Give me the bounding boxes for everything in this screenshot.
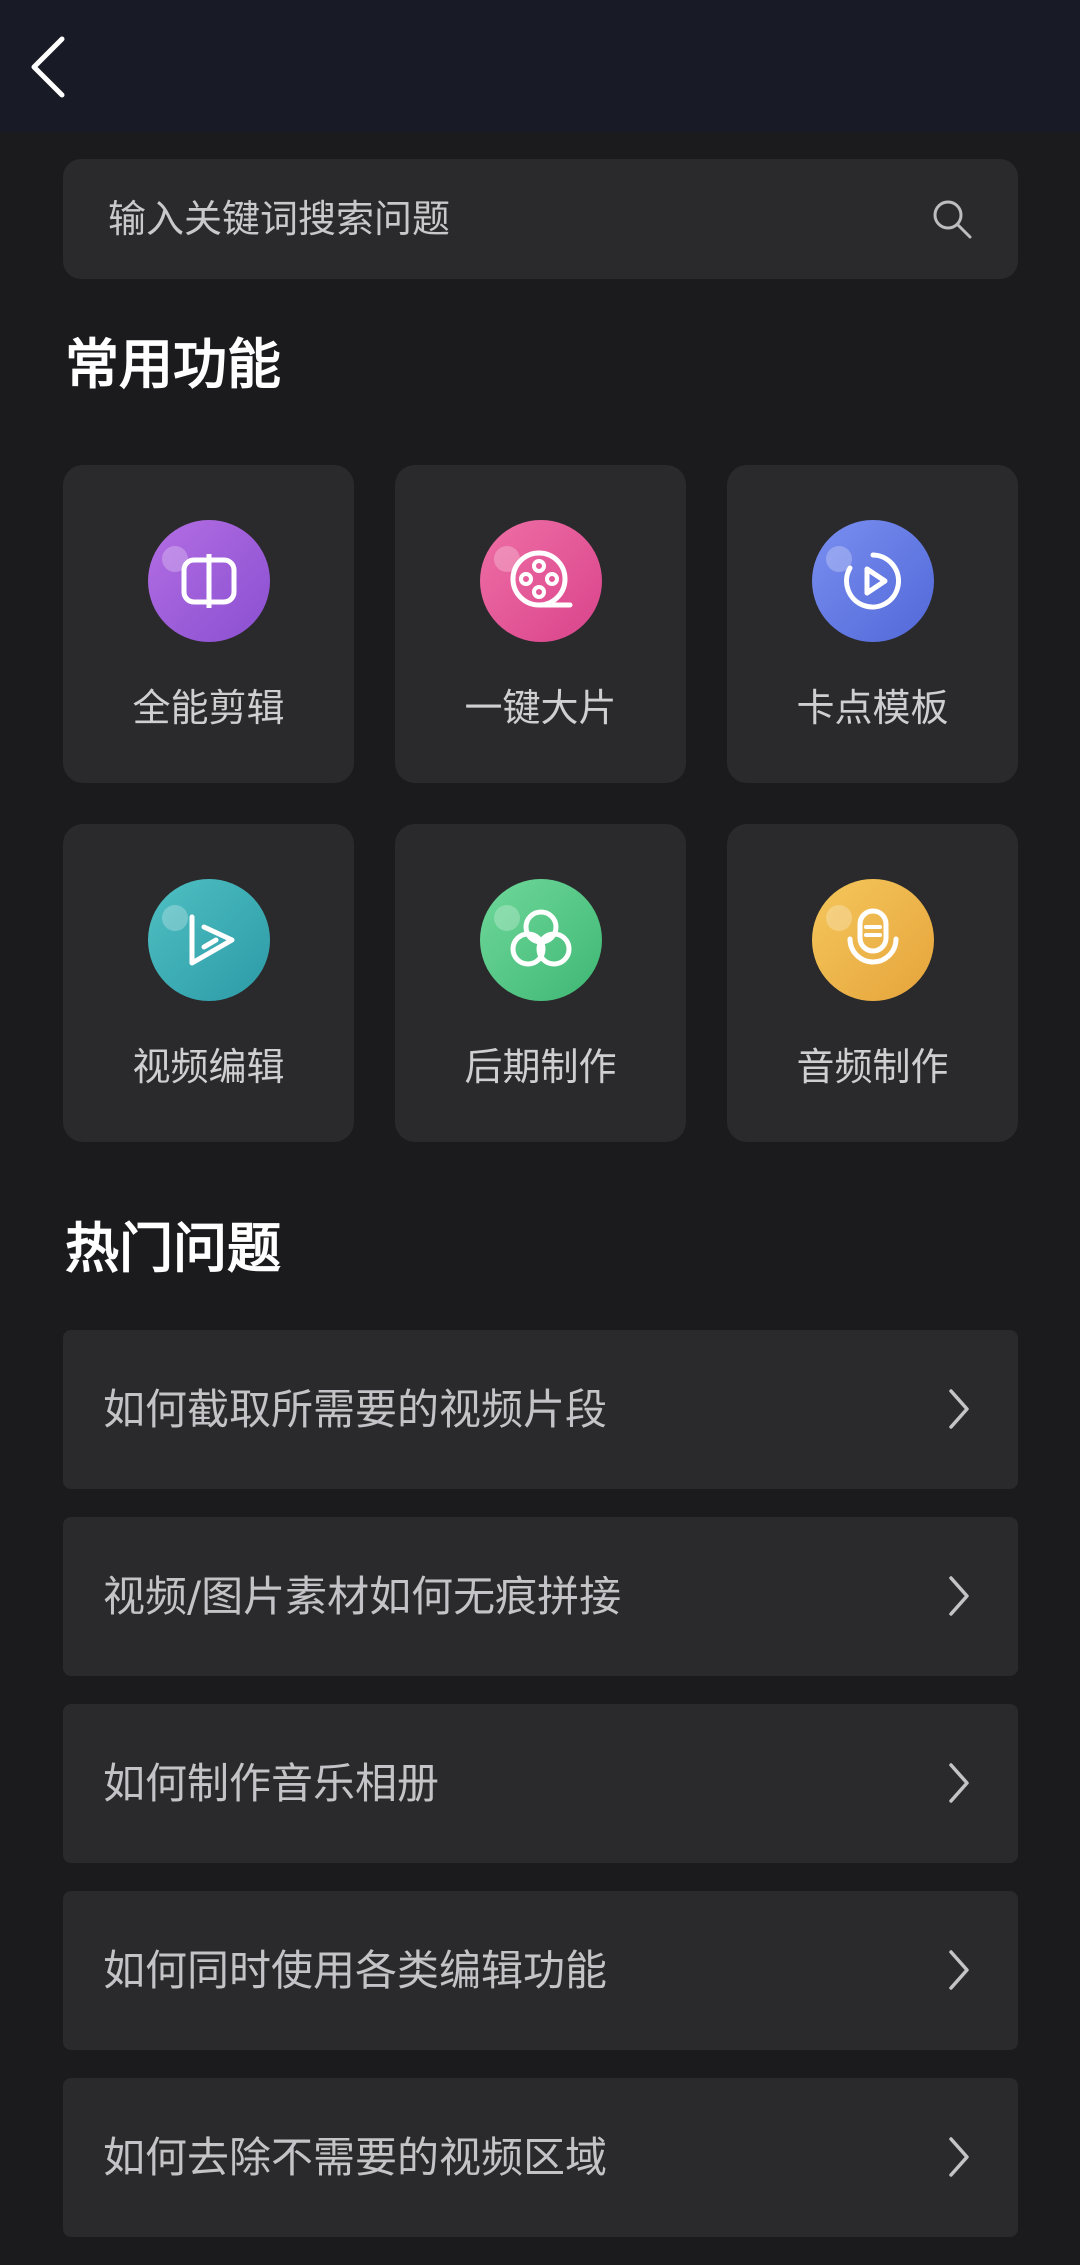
section-title-hot: 热门问题 <box>65 1217 281 1280</box>
feature-card-beat-template[interactable]: 卡点模板 <box>727 465 1018 783</box>
chevron-right-icon <box>949 1389 969 1429</box>
feature-label: 全能剪辑 <box>132 686 285 730</box>
search-placeholder: 输入关键词搜索问题 <box>108 197 451 241</box>
section-title-common: 常用功能 <box>65 333 281 396</box>
question-text: 视频/图片素材如何无痕拼接 <box>103 1572 622 1621</box>
back-button[interactable] <box>18 32 78 102</box>
search-input[interactable]: 输入关键词搜索问题 <box>63 159 1018 279</box>
feature-card-audio-production[interactable]: 音频制作 <box>727 824 1018 1142</box>
film-reel-icon <box>480 520 602 642</box>
three-circles-icon <box>480 879 602 1001</box>
chevron-right-icon <box>949 2137 969 2177</box>
question-item[interactable]: 如何制作音乐相册 <box>63 1704 1018 1863</box>
chevron-right-icon <box>949 1576 969 1616</box>
play-triangle-icon <box>148 879 270 1001</box>
question-item[interactable]: 如何同时使用各类编辑功能 <box>63 1891 1018 2050</box>
search-icon[interactable] <box>931 198 973 240</box>
feature-card-post-production[interactable]: 后期制作 <box>395 824 686 1142</box>
feature-label: 后期制作 <box>464 1045 617 1089</box>
chevron-right-icon <box>949 1763 969 1803</box>
question-text: 如何同时使用各类编辑功能 <box>103 1946 608 1995</box>
feature-grid: 全能剪辑 一键大片 卡点模板 视频编辑 后期制作 音频制作 <box>63 465 1018 1142</box>
chevron-right-icon <box>949 1950 969 1990</box>
feature-label: 一键大片 <box>464 686 617 730</box>
question-text: 如何截取所需要的视频片段 <box>103 1385 608 1434</box>
feature-card-one-click[interactable]: 一键大片 <box>395 465 686 783</box>
chevron-left-icon <box>31 36 65 98</box>
question-item[interactable]: 如何去除不需要的视频区域 <box>63 2078 1018 2237</box>
top-bar <box>0 0 1080 132</box>
feature-card-all-edit[interactable]: 全能剪辑 <box>63 465 354 783</box>
feature-label: 视频编辑 <box>132 1045 285 1089</box>
question-item[interactable]: 如何截取所需要的视频片段 <box>63 1330 1018 1489</box>
feature-label: 卡点模板 <box>796 686 949 730</box>
question-text: 如何去除不需要的视频区域 <box>103 2133 608 2182</box>
question-item[interactable]: 视频/图片素材如何无痕拼接 <box>63 1517 1018 1676</box>
question-list: 如何截取所需要的视频片段 视频/图片素材如何无痕拼接 如何制作音乐相册 如何同时… <box>63 1330 1018 2265</box>
split-edit-icon <box>148 520 270 642</box>
microphone-icon <box>812 879 934 1001</box>
play-circle-icon <box>812 520 934 642</box>
feature-label: 音频制作 <box>796 1045 949 1089</box>
feature-card-video-edit[interactable]: 视频编辑 <box>63 824 354 1142</box>
question-text: 如何制作音乐相册 <box>103 1759 440 1808</box>
